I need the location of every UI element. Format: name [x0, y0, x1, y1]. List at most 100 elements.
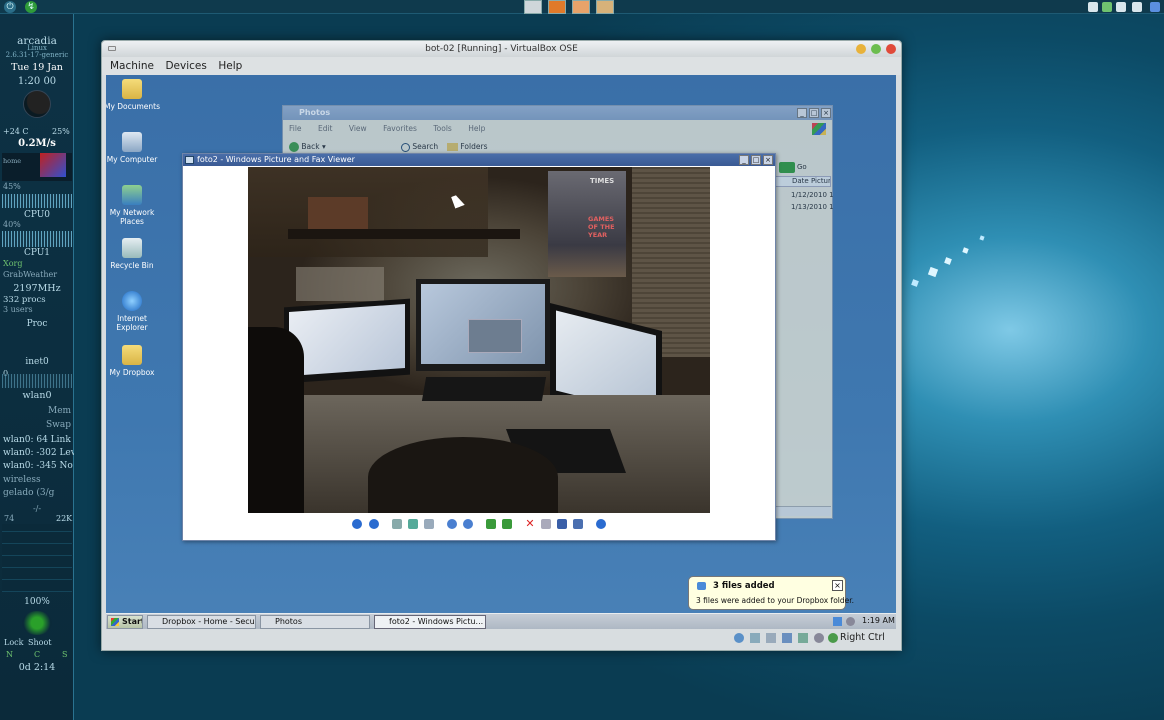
recycle-bin-icon	[122, 238, 142, 258]
next-image-button[interactable]	[369, 519, 379, 529]
task-dropbox[interactable]: Dropbox - Home - Secur...	[147, 615, 256, 629]
weather-dash: -/-	[32, 504, 42, 513]
go-arrow-icon[interactable]	[779, 162, 795, 173]
edit-button[interactable]	[573, 519, 583, 529]
window-menu-icon[interactable]	[108, 46, 116, 51]
user-count: 3 users	[3, 305, 33, 314]
run-icon[interactable]: ↯	[25, 1, 37, 13]
tray-speaker-icon[interactable]	[846, 617, 855, 626]
shoot-label[interactable]: Shoot	[28, 638, 51, 647]
status-orb-icon	[22, 611, 52, 635]
explorer-titlebar[interactable]: Photos	[283, 106, 832, 120]
actual-size-button[interactable]	[408, 519, 418, 529]
explorer-folders-button[interactable]: Folders	[447, 142, 487, 151]
image-editor-icon[interactable]	[596, 0, 614, 14]
best-fit-button[interactable]	[392, 519, 402, 529]
desktop-icon-my-computer[interactable]: My Computer	[106, 132, 162, 164]
save-button[interactable]	[557, 519, 567, 529]
weather-location: gelado (3/g	[3, 488, 55, 498]
shared-folders-icon	[814, 633, 824, 643]
minimize-button[interactable]	[856, 44, 866, 54]
taskbar-window-icon[interactable]	[524, 0, 542, 14]
explorer-menubar: File Edit View Favorites Tools Help	[289, 124, 485, 133]
explorer-menu-help[interactable]: Help	[468, 124, 485, 133]
dropbox-notification-balloon[interactable]: 3 files added 3 files were added to your…	[688, 576, 854, 610]
menu-devices[interactable]: Devices	[165, 57, 206, 75]
menu-machine[interactable]: Machine	[110, 57, 154, 75]
cpu-percent: 25%	[52, 127, 70, 136]
close-button[interactable]	[886, 44, 896, 54]
moon-phase-icon	[23, 90, 51, 118]
desktop-icon-network-places[interactable]: My Network Places	[106, 185, 162, 226]
explorer-menu-tools[interactable]: Tools	[433, 124, 451, 133]
firefox-icon[interactable]	[548, 0, 566, 14]
power-icon[interactable]: ⏻	[4, 1, 16, 13]
explorer-search-button[interactable]: Search	[401, 142, 438, 152]
explorer-close-button[interactable]: ×	[821, 108, 831, 118]
network-activity-icon	[782, 633, 792, 643]
inet0-label: inet0	[25, 357, 49, 367]
help-button[interactable]	[596, 519, 606, 529]
viewer-close-button[interactable]: ×	[763, 155, 773, 165]
tray-dropbox-icon[interactable]	[833, 617, 842, 626]
balloon-close-button[interactable]: ×	[832, 580, 843, 591]
wallpaper-sparkle	[944, 257, 952, 265]
network-icon	[122, 185, 142, 205]
rotate-clockwise-button[interactable]	[486, 519, 496, 529]
column-header-date-picture[interactable]: Date Picture	[771, 176, 831, 187]
task-photos[interactable]: Photos	[260, 615, 370, 629]
menu-help[interactable]: Help	[218, 57, 242, 75]
guest-taskbar: Start Dropbox - Home - Secur... Photos f…	[106, 613, 896, 629]
desktop-icon-my-documents[interactable]: My Documents	[106, 79, 162, 111]
explorer-menu-edit[interactable]: Edit	[318, 124, 333, 133]
task-foto2-viewer[interactable]: foto2 - Windows Pictu...	[374, 615, 486, 629]
image-viewer-icon[interactable]	[572, 0, 590, 14]
wlan-link: wlan0: 64 Link	[3, 435, 71, 445]
tray-settings-icon[interactable]	[1116, 2, 1126, 12]
explorer-menu-file[interactable]: File	[289, 124, 302, 133]
tray-window-icon[interactable]	[1088, 2, 1098, 12]
explorer-maximize-button[interactable]: □	[809, 108, 819, 118]
viewer-titlebar[interactable]: foto2 - Windows Picture and Fax Viewer	[183, 154, 775, 166]
explorer-menu-view[interactable]: View	[349, 124, 367, 133]
folder-documents-icon	[122, 79, 142, 99]
desktop-icon-recycle-bin[interactable]: Recycle Bin	[106, 238, 162, 270]
slideshow-button[interactable]	[424, 519, 434, 529]
picture-viewer-window[interactable]: foto2 - Windows Picture and Fax Viewer _…	[182, 153, 776, 541]
wlan0-label: wlan0	[22, 390, 52, 401]
office-chair	[248, 327, 304, 513]
keyboard	[421, 377, 547, 401]
horizontal-scrollbar[interactable]	[773, 506, 831, 516]
list-item[interactable]: 1/13/2010 1	[791, 203, 834, 211]
explorer-back-button[interactable]: Back ▾	[289, 142, 326, 152]
desktop-icon-internet-explorer[interactable]: Internet Explorer	[106, 291, 162, 332]
virtualbox-window: bot-02 [Running] - VirtualBox OSE Machin…	[101, 40, 902, 651]
zoom-out-button[interactable]	[463, 519, 473, 529]
search-icon	[401, 142, 410, 152]
cpu0-label: CPU0	[23, 210, 51, 220]
delete-icon[interactable]: ✕	[525, 518, 535, 529]
maximize-button[interactable]	[871, 44, 881, 54]
vbox-titlebar[interactable]: bot-02 [Running] - VirtualBox OSE	[102, 41, 901, 57]
proc-label: Proc	[26, 319, 48, 329]
lock-label[interactable]: Lock	[4, 638, 23, 647]
guest-clock: 1:19 AM	[862, 616, 895, 625]
tray-network-icon[interactable]	[1102, 2, 1112, 12]
rotate-counterclockwise-button[interactable]	[502, 519, 512, 529]
tray-bluetooth-icon[interactable]	[1150, 2, 1160, 12]
wallpaper-sparkle	[911, 279, 919, 287]
previous-image-button[interactable]	[352, 519, 362, 529]
dropbox-icon	[697, 582, 706, 590]
print-button[interactable]	[541, 519, 551, 529]
list-item[interactable]: 1/12/2010 1	[791, 191, 834, 199]
tray-volume-icon[interactable]	[1132, 2, 1142, 12]
capslock-indicator: C	[34, 650, 41, 659]
start-button[interactable]: Start	[107, 615, 143, 629]
zoom-in-button[interactable]	[447, 519, 457, 529]
viewer-maximize-button[interactable]: □	[751, 155, 761, 165]
explorer-menu-favorites[interactable]: Favorites	[383, 124, 417, 133]
explorer-go-button[interactable]: Go	[797, 163, 807, 171]
desktop-icon-my-dropbox[interactable]: My Dropbox	[106, 345, 162, 377]
viewer-minimize-button[interactable]: _	[739, 155, 749, 165]
explorer-minimize-button[interactable]: _	[797, 108, 807, 118]
